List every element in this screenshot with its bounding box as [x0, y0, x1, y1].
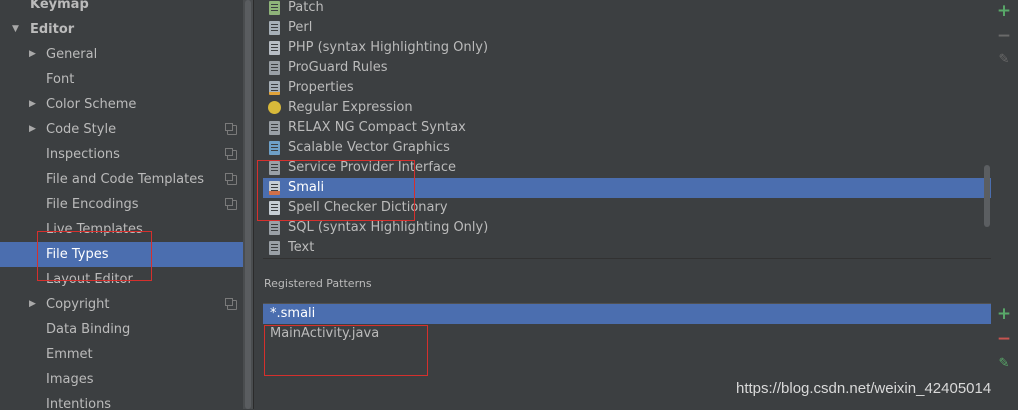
tree-item-images[interactable]: Images — [0, 367, 243, 392]
settings-tree: Keymap ▼ Editor ▶ General Font ▶ Color Scheme ▶ C… — [0, 0, 243, 409]
tree-item-editor[interactable]: ▼ Editor — [0, 17, 243, 42]
file-type-row[interactable]: Scalable Vector Graphics — [263, 138, 991, 158]
file-type-row[interactable]: Patch — [263, 0, 991, 18]
file-type-label: Patch — [288, 0, 324, 15]
tree-item-label: General — [46, 47, 98, 62]
patch-file-icon — [269, 1, 280, 15]
file-types-scroll-thumb[interactable] — [984, 165, 990, 227]
tree-item-label: Intentions — [46, 397, 112, 409]
project-scope-icon — [225, 148, 237, 160]
settings-tree-scroll-thumb[interactable] — [245, 0, 251, 409]
add-file-type-button[interactable]: + — [996, 3, 1012, 20]
proguard-file-icon — [269, 61, 280, 75]
tree-item-label: Code Style — [46, 122, 117, 137]
file-type-label: ProGuard Rules — [288, 60, 388, 75]
tree-item-keymap[interactable]: Keymap — [0, 0, 243, 17]
tree-item-code-style[interactable]: ▶ Code Style — [0, 117, 243, 142]
registered-patterns-title: Registered Patterns — [264, 277, 372, 290]
tree-item-intentions[interactable]: Intentions — [0, 392, 243, 409]
chevron-down-icon[interactable]: ▼ — [12, 17, 22, 42]
annotation-box-pattern — [264, 325, 428, 376]
tree-item-label: Data Binding — [46, 322, 131, 337]
file-type-label: Regular Expression — [288, 100, 413, 115]
tree-item-emmet[interactable]: Emmet — [0, 342, 243, 367]
tree-item-label: Images — [46, 372, 94, 387]
file-type-label: Scalable Vector Graphics — [288, 140, 450, 155]
file-type-row[interactable]: Perl — [263, 18, 991, 38]
project-scope-icon — [225, 298, 237, 310]
annotation-box-smali — [257, 160, 415, 221]
file-type-row[interactable]: Text — [263, 238, 991, 258]
tree-item-label: Color Scheme — [46, 97, 137, 112]
file-type-label: PHP (syntax Highlighting Only) — [288, 40, 489, 55]
add-pattern-button[interactable]: + — [996, 306, 1012, 323]
sql-file-icon — [269, 221, 280, 235]
text-file-icon — [269, 241, 280, 255]
project-scope-icon — [225, 198, 237, 210]
tree-item-label: File and Code Templates — [46, 172, 204, 187]
project-scope-icon — [225, 123, 237, 135]
edit-file-type-button[interactable]: ✎ — [996, 52, 1012, 68]
tree-item-file-and-code-templates[interactable]: File and Code Templates — [0, 167, 243, 192]
file-type-row[interactable]: SQL (syntax Highlighting Only) — [263, 218, 991, 238]
properties-file-icon — [269, 81, 280, 95]
tree-item-label: Editor — [30, 22, 75, 37]
chevron-right-icon[interactable]: ▶ — [29, 92, 39, 117]
chevron-right-icon[interactable]: ▶ — [29, 292, 39, 317]
perl-file-icon — [269, 21, 280, 35]
tree-item-font[interactable]: Font — [0, 67, 243, 92]
file-type-row[interactable]: ProGuard Rules — [263, 58, 991, 78]
tree-item-label: Emmet — [46, 347, 93, 362]
tree-item-label: Font — [46, 72, 75, 87]
file-type-label: Text — [288, 240, 315, 255]
annotation-box-file-types — [37, 231, 152, 281]
file-type-row[interactable]: Properties — [263, 78, 991, 98]
chevron-right-icon[interactable]: ▶ — [29, 42, 39, 67]
file-types-separator — [263, 258, 991, 259]
file-type-label: SQL (syntax Highlighting Only) — [288, 220, 489, 235]
pattern-label: *.smali — [270, 306, 316, 321]
tree-item-data-binding[interactable]: Data Binding — [0, 317, 243, 342]
tree-item-general[interactable]: ▶ General — [0, 42, 243, 67]
file-type-label: RELAX NG Compact Syntax — [288, 120, 466, 135]
tree-item-label: File Encodings — [46, 197, 139, 212]
tree-item-copyright[interactable]: ▶ Copyright — [0, 292, 243, 317]
tree-item-color-scheme[interactable]: ▶ Color Scheme — [0, 92, 243, 117]
remove-pattern-button[interactable]: − — [996, 331, 1012, 348]
watermark-text: https://blog.csdn.net/weixin_42405014 — [736, 380, 992, 397]
file-type-row[interactable]: PHP (syntax Highlighting Only) — [263, 38, 991, 58]
tree-item-label: Copyright — [46, 297, 110, 312]
panel-divider[interactable] — [253, 0, 254, 409]
file-type-label: Perl — [288, 20, 313, 35]
relaxng-file-icon — [269, 121, 280, 135]
tree-item-inspections[interactable]: Inspections — [0, 142, 243, 167]
regex-file-icon — [268, 101, 281, 114]
pattern-row[interactable]: *.smali — [263, 304, 991, 324]
tree-item-label: Keymap — [30, 0, 89, 12]
edit-pattern-button[interactable]: ✎ — [996, 356, 1012, 372]
file-type-label: Properties — [288, 80, 354, 95]
remove-file-type-button[interactable]: − — [996, 28, 1012, 45]
project-scope-icon — [225, 173, 237, 185]
file-type-row[interactable]: Regular Expression — [263, 98, 991, 118]
chevron-right-icon[interactable]: ▶ — [29, 117, 39, 142]
php-file-icon — [269, 41, 280, 55]
tree-item-label: Inspections — [46, 147, 120, 162]
tree-item-file-encodings[interactable]: File Encodings — [0, 192, 243, 217]
svg-file-icon — [269, 141, 280, 155]
file-type-row[interactable]: RELAX NG Compact Syntax — [263, 118, 991, 138]
